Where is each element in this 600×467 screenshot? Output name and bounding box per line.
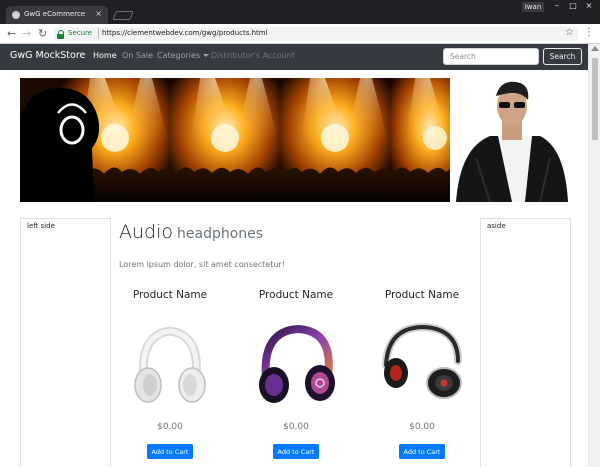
back-icon[interactable]: ← [7, 27, 16, 41]
secure-label: Secure [68, 29, 93, 37]
hero-banner [20, 78, 570, 202]
browser-titlebar: GwG eCommerce × Iwan – □ × [0, 0, 600, 24]
product-name[interactable]: Product Name [360, 289, 484, 301]
aside-label: aside [487, 222, 506, 230]
purple-beats-headphones-icon[interactable] [248, 317, 344, 413]
add-to-cart-button[interactable]: Add to Cart [273, 444, 319, 459]
product-card: Product Name $0.00 Add to Cart [108, 289, 232, 464]
product-price: $0.00 [157, 422, 183, 432]
bookmark-star-icon[interactable]: ☆ [565, 26, 574, 40]
page-scrollbar[interactable] [588, 44, 600, 467]
brand-logo[interactable]: GwG MockStore [10, 50, 85, 61]
profile-name[interactable]: Iwan [522, 2, 544, 12]
url-divider [98, 28, 99, 39]
product-name[interactable]: Product Name [234, 289, 358, 301]
url-text[interactable]: https://clementwebdev.com/gwg/products.h… [102, 29, 268, 37]
product-card: Product Name $0.00 Add to Cart [234, 289, 358, 464]
tab-close-icon[interactable]: × [95, 9, 102, 18]
chevron-down-icon [203, 54, 210, 57]
add-to-cart-button[interactable]: Add to Cart [399, 444, 445, 459]
favicon-icon [12, 11, 20, 19]
scrollbar-thumb[interactable] [592, 58, 598, 140]
new-tab-button[interactable] [112, 11, 134, 20]
maximize-icon[interactable]: □ [565, 0, 581, 12]
page-title-main: Audio [119, 221, 174, 243]
left-sidebar: left side [20, 218, 111, 467]
model-in-leather-jacket [450, 78, 570, 202]
browser-tab[interactable]: GwG eCommerce × [6, 6, 108, 24]
page-description: Lorem ipsum dolor, sit amet consectetur! [119, 260, 285, 269]
dj-silhouette [20, 88, 100, 202]
product-name[interactable]: Product Name [108, 289, 232, 301]
scroll-up-icon[interactable] [591, 46, 599, 51]
url-field[interactable]: Secure https://clementwebdev.com/gwg/pro… [54, 27, 578, 41]
address-bar: ← → ↻ Secure https://clementwebdev.com/g… [0, 24, 600, 44]
product-card: Product Name $0.00 Add to Cart [360, 289, 484, 464]
window-close-icon[interactable]: × [581, 0, 597, 12]
nav-home[interactable]: Home [93, 51, 117, 60]
site-navbar: GwG MockStore Home On Sale Categories Di… [0, 44, 588, 70]
nav-distributor-account[interactable]: Distributor's Account [211, 51, 295, 60]
search-button[interactable]: Search [543, 48, 582, 65]
forward-icon[interactable]: → [22, 27, 31, 41]
white-headphones-icon[interactable] [122, 317, 218, 413]
add-to-cart-button[interactable]: Add to Cart [147, 444, 193, 459]
search-input[interactable] [443, 48, 539, 65]
tab-title: GwG eCommerce [24, 10, 86, 18]
browser-menu-icon[interactable]: ⋮ [584, 26, 594, 40]
product-price: $0.00 [409, 422, 435, 432]
concert-banner-image [20, 78, 570, 202]
lock-icon [57, 30, 64, 39]
page-title-sub: headphones [177, 226, 264, 242]
product-price: $0.00 [283, 422, 309, 432]
page-title: Audio headphones [119, 221, 263, 243]
black-red-headphones-icon[interactable] [374, 317, 470, 413]
minimize-icon[interactable]: – [549, 0, 565, 12]
nav-categories-label: Categories [157, 51, 201, 60]
right-aside: aside [480, 218, 571, 467]
nav-categories[interactable]: Categories [157, 51, 210, 60]
reload-icon[interactable]: ↻ [38, 27, 47, 41]
nav-on-sale[interactable]: On Sale [122, 51, 153, 60]
left-sidebar-label: left side [27, 222, 55, 230]
